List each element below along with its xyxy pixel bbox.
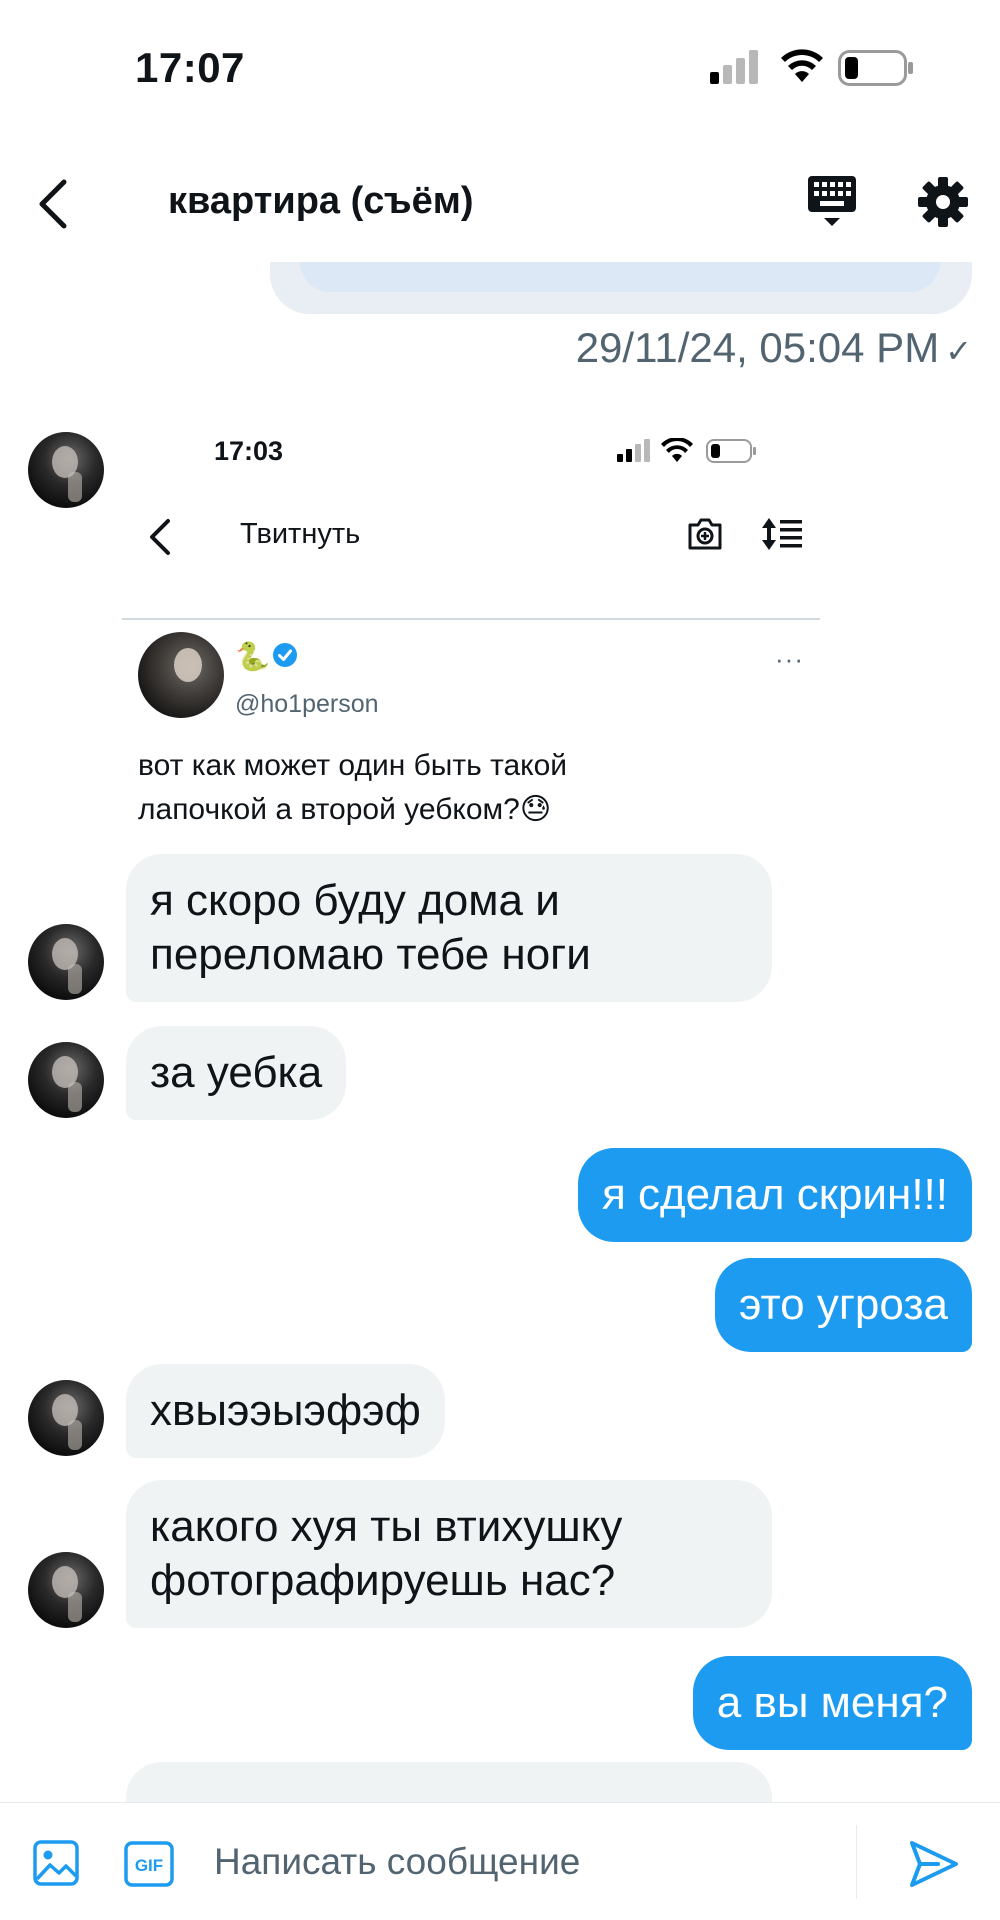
tweet-author-name: 🐍: [235, 641, 270, 672]
back-arrow-icon[interactable]: [28, 176, 78, 232]
incoming-message-partial[interactable]: [126, 1762, 772, 1802]
battery-icon: [838, 50, 913, 86]
status-time: 17:07: [135, 44, 245, 91]
verified-badge-icon: [273, 643, 297, 667]
message-timestamp: 29/11/24, 05:04 PM ✓: [576, 324, 972, 372]
composer-divider: [856, 1825, 857, 1899]
shared-screenshot-image[interactable]: 17:03: [122, 412, 822, 762]
camera-icon: [688, 518, 722, 550]
message-input[interactable]: [214, 1827, 844, 1897]
timestamp-text: 29/11/24, 05:04 PM: [575, 324, 940, 371]
message-list[interactable]: 29/11/24, 05:04 PM ✓ 17:03 Твитнуть 🐍 @h…: [0, 262, 1000, 1802]
screenshot-divider: [122, 618, 820, 620]
outgoing-message[interactable]: это угроза: [715, 1258, 972, 1352]
screenshot-compose-title: Твитнуть: [240, 518, 361, 550]
status-bar: 17:07: [0, 0, 1000, 130]
sent-check-icon: ✓: [945, 333, 972, 369]
incoming-message[interactable]: я скоро буду дома и переломаю тебе ноги: [126, 854, 772, 1002]
incoming-message[interactable]: хвыээыэфэф: [126, 1364, 445, 1458]
avatar[interactable]: [28, 432, 104, 508]
outgoing-message[interactable]: а вы меня?: [692, 1656, 972, 1750]
conversation-title[interactable]: квартира (съём): [168, 180, 473, 223]
gif-icon[interactable]: GIF: [124, 1841, 174, 1887]
tweet-text: вот как может один быть такой лапочкой а…: [138, 749, 568, 826]
screenshot-status-icons: [617, 438, 756, 463]
sort-icon: [762, 518, 802, 550]
tweet-author-handle: @ho1person: [235, 690, 379, 718]
previous-bubble-content: [300, 262, 940, 292]
svg-text:GIF: GIF: [135, 1856, 163, 1875]
send-icon[interactable]: [908, 1839, 960, 1889]
chat-header: квартира (съём): [0, 150, 1000, 260]
more-options-icon: ···: [775, 644, 804, 674]
outgoing-message[interactable]: я сделал скрин!!!: [577, 1148, 972, 1242]
message-composer: GIF: [0, 1802, 1000, 1920]
keyboard-icon[interactable]: [806, 174, 858, 230]
avatar[interactable]: [28, 1042, 104, 1118]
cellular-signal-icon: [710, 50, 758, 84]
avatar[interactable]: [28, 1380, 104, 1456]
settings-gear-icon[interactable]: [917, 176, 969, 228]
wifi-icon: [781, 49, 823, 82]
screenshot-status-time: 17:03: [214, 436, 284, 466]
tweet-author-avatar: [138, 632, 224, 718]
image-icon[interactable]: [32, 1839, 80, 1887]
incoming-message[interactable]: какого хуя ты втихушку фотографируешь на…: [126, 1480, 772, 1628]
avatar[interactable]: [28, 924, 104, 1000]
incoming-message[interactable]: за уебка: [126, 1026, 347, 1120]
screenshot-back-icon: [150, 519, 170, 555]
avatar[interactable]: [28, 1552, 104, 1628]
